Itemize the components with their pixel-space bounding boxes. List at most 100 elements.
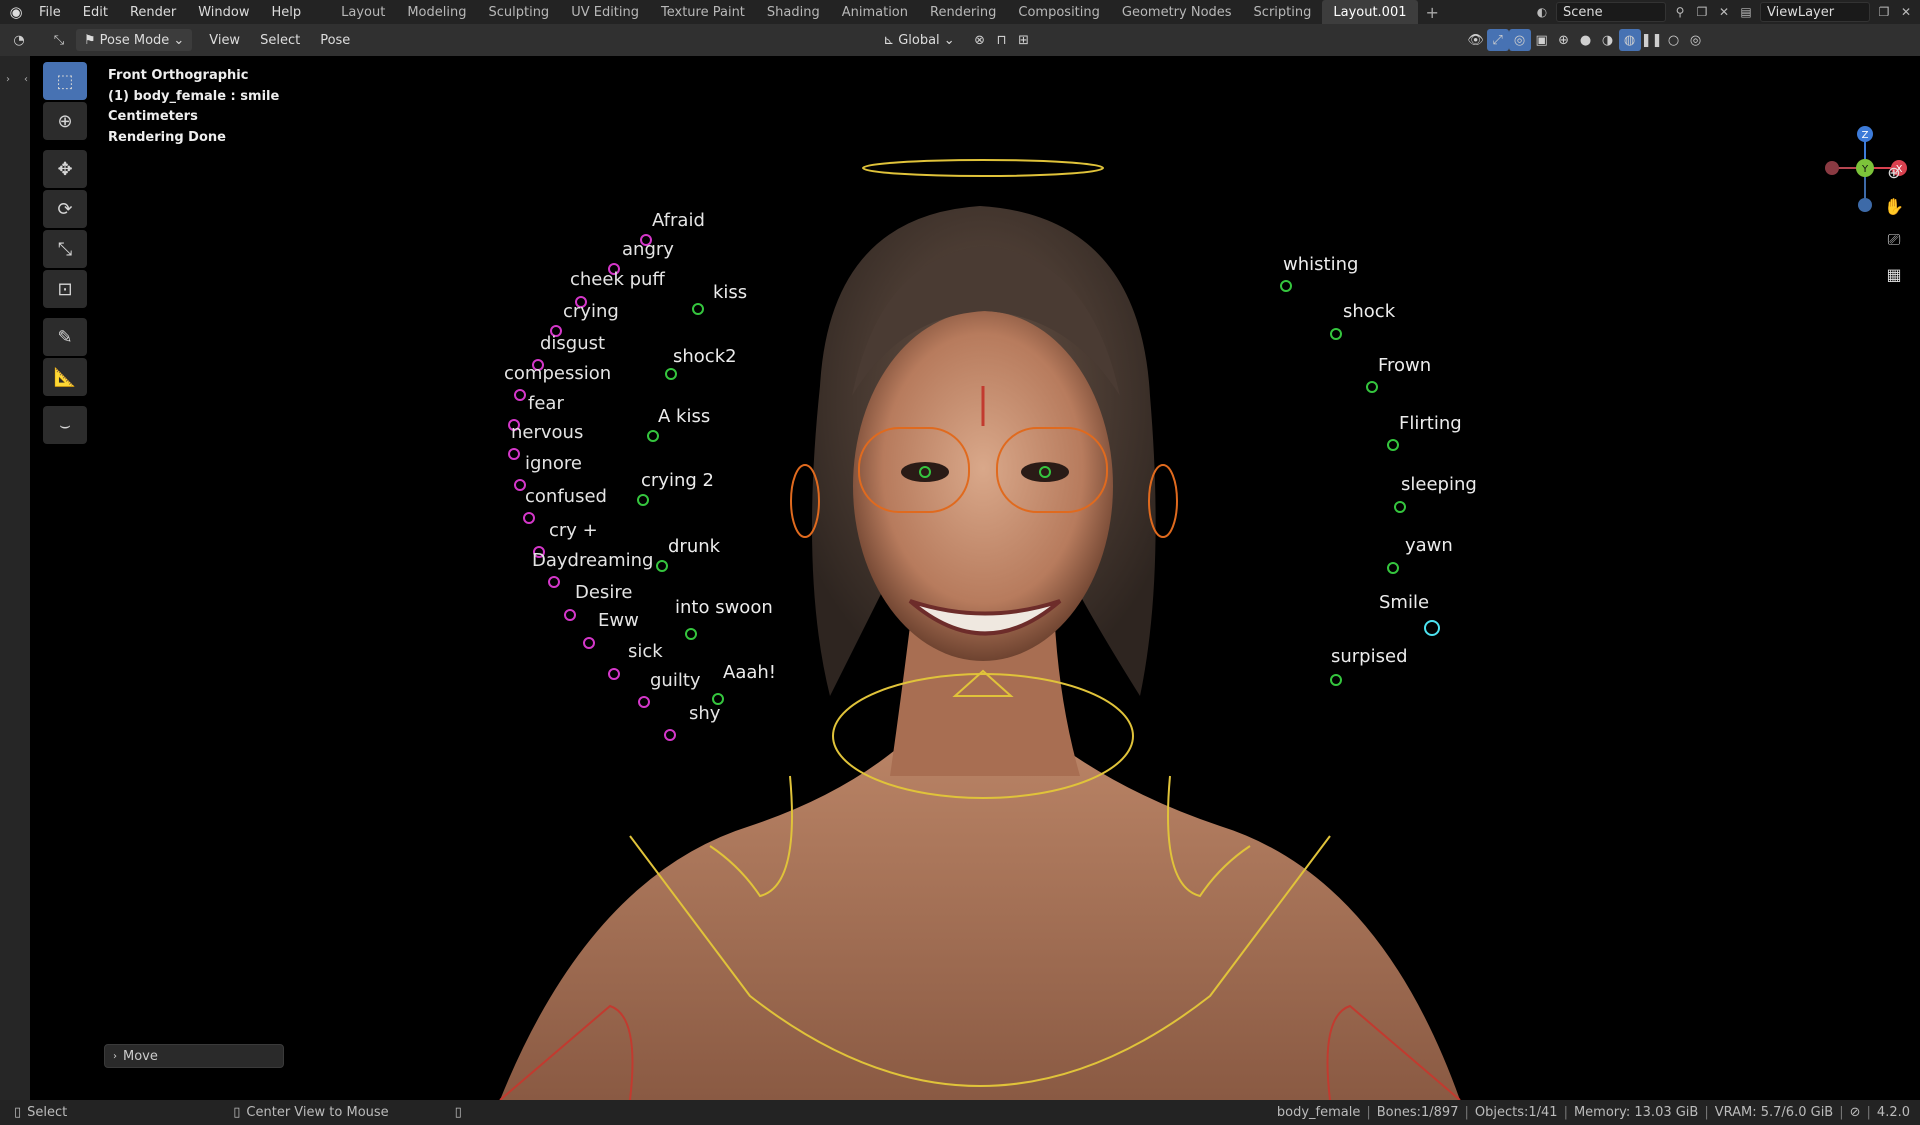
ctrl-shock[interactable] <box>1330 328 1342 340</box>
new-view-layer-icon[interactable]: ❐ <box>1876 4 1892 20</box>
ctrl-flirting[interactable] <box>1387 439 1399 451</box>
ctrl-confused[interactable] <box>523 512 535 524</box>
tab-scripting[interactable]: Scripting <box>1243 0 1323 24</box>
snap-target-icon[interactable]: ⊞ <box>1013 29 1035 51</box>
tab-compositing[interactable]: Compositing <box>1007 0 1111 24</box>
editor-type-icon[interactable]: ◔ <box>8 29 30 51</box>
chevron-left-icon[interactable]: ‹ <box>24 74 28 85</box>
ctrl-aaah[interactable] <box>712 693 724 705</box>
delete-scene-icon[interactable]: ✕ <box>1716 4 1732 20</box>
measure-tool-icon[interactable]: 📐 <box>43 358 87 396</box>
ctrl-compession[interactable] <box>514 389 526 401</box>
cursor-tool-icon[interactable]: ⊕ <box>43 102 87 140</box>
menu-pose[interactable]: Pose <box>313 29 357 51</box>
rotate-tool-icon[interactable]: ⟳ <box>43 190 87 228</box>
pan-hand-icon[interactable]: ✋ <box>1882 194 1906 218</box>
tab-shading[interactable]: Shading <box>756 0 831 24</box>
menu-help[interactable]: Help <box>261 0 313 24</box>
ctrl-desire[interactable] <box>564 609 576 621</box>
tab-rendering[interactable]: Rendering <box>919 0 1007 24</box>
view-layer-field[interactable]: ViewLayer <box>1760 2 1870 22</box>
3d-viewport[interactable]: Afraid angry cheek puff crying disgust c… <box>30 56 1920 1100</box>
scene-icon[interactable]: ◐ <box>1534 4 1550 20</box>
tab-layout-001[interactable]: Layout.001 <box>1322 0 1418 24</box>
view-settings-icon[interactable]: ◎ <box>1685 29 1707 51</box>
camera-view-icon[interactable]: ⎚ <box>1882 228 1906 252</box>
add-workspace-button[interactable]: + <box>1418 0 1447 24</box>
zoom-icon[interactable]: ⊕ <box>1882 160 1906 184</box>
last-operator-panel[interactable]: › Move <box>104 1044 284 1068</box>
scene-field[interactable]: Scene <box>1556 2 1666 22</box>
ctrl-surpised[interactable] <box>1330 674 1342 686</box>
bone-size-tool-icon[interactable]: ⌣ <box>43 406 87 444</box>
orientation-dropdown[interactable]: ⊾ Global ⌄ <box>875 29 962 51</box>
new-scene-icon[interactable]: ❐ <box>1694 4 1710 20</box>
ctrl-whisting[interactable] <box>1280 280 1292 292</box>
label-into-swoon: into swoon <box>675 597 773 618</box>
ctrl-kiss[interactable] <box>692 303 704 315</box>
ctrl-shock2[interactable] <box>665 368 677 380</box>
snap-icon[interactable]: ⊓ <box>991 29 1013 51</box>
tab-modeling[interactable]: Modeling <box>396 0 477 24</box>
move-tool-icon[interactable]: ✥ <box>43 150 87 188</box>
view-layer-icon[interactable]: ▤ <box>1738 4 1754 20</box>
ctrl-frown[interactable] <box>1366 381 1378 393</box>
menu-render[interactable]: Render <box>119 0 187 24</box>
left-eye-shape <box>901 462 949 482</box>
tab-animation[interactable]: Animation <box>831 0 919 24</box>
tab-sculpting[interactable]: Sculpting <box>477 0 560 24</box>
active-object: (1) body_female : smile <box>108 88 280 104</box>
mode-dropdown[interactable]: ⚑ Pose Mode ⌄ <box>76 29 193 51</box>
ortho-grid-icon[interactable]: ▦ <box>1882 262 1906 286</box>
menu-window[interactable]: Window <box>187 0 260 24</box>
gizmo-neg-x-axis[interactable] <box>1825 161 1839 175</box>
material-shading-icon[interactable]: ◑ <box>1597 29 1619 51</box>
ctrl-crying-2[interactable] <box>637 494 649 506</box>
label-cheek-puff: cheek puff <box>570 269 665 290</box>
menu-edit[interactable]: Edit <box>72 0 119 24</box>
blender-logo-icon[interactable]: ◉ <box>4 0 28 24</box>
ctrl-sick[interactable] <box>608 668 620 680</box>
delete-view-layer-icon[interactable]: ✕ <box>1898 4 1914 20</box>
transform-tool-icon[interactable]: ⊡ <box>43 270 87 308</box>
head-control-ring[interactable] <box>862 159 1104 177</box>
scale-tool-icon[interactable]: ⤡ <box>43 230 87 268</box>
tab-geometry-nodes[interactable]: Geometry Nodes <box>1111 0 1243 24</box>
gizmo-toggle-icon[interactable]: ⤢ <box>1486 29 1509 51</box>
pivot-icon[interactable]: ⊗ <box>969 29 991 51</box>
chevron-right-icon[interactable]: › <box>6 74 10 85</box>
ctrl-daydreaming[interactable] <box>548 576 560 588</box>
ctrl-into-swoon[interactable] <box>685 628 697 640</box>
wireframe-shading-icon[interactable]: ⊕ <box>1553 29 1575 51</box>
xray-icon[interactable]: ▣ <box>1531 29 1553 51</box>
scene-controls: ◐ Scene ⚲ ❐ ✕ ▤ ViewLayer ❐ ✕ <box>1534 0 1914 24</box>
ctrl-nervous[interactable] <box>508 448 520 460</box>
ctrl-shy[interactable] <box>664 729 676 741</box>
tab-uv-editing[interactable]: UV Editing <box>560 0 650 24</box>
rendered-shading-icon[interactable]: ◍ <box>1618 29 1641 51</box>
ctrl-a-kiss[interactable] <box>647 430 659 442</box>
ctrl-smile[interactable] <box>1424 620 1440 636</box>
ctrl-yawn[interactable] <box>1387 562 1399 574</box>
select-box-tool-icon[interactable]: ⬚ <box>43 62 87 100</box>
ctrl-eww[interactable] <box>583 637 595 649</box>
menu-select[interactable]: Select <box>253 29 307 51</box>
tab-texture-paint[interactable]: Texture Paint <box>650 0 756 24</box>
render-region-icon[interactable]: ○ <box>1663 29 1685 51</box>
ctrl-guilty[interactable] <box>638 696 650 708</box>
tab-layout[interactable]: Layout <box>330 0 396 24</box>
gizmo-neg-z-axis[interactable] <box>1858 198 1872 212</box>
overlay-toggle-icon[interactable]: ◎ <box>1508 29 1531 51</box>
ctrl-sleeping[interactable] <box>1394 501 1406 513</box>
solid-shading-icon[interactable]: ● <box>1575 29 1597 51</box>
pose-tool-icon[interactable]: ⤡ <box>48 29 70 51</box>
menu-file[interactable]: File <box>28 0 72 24</box>
menu-view[interactable]: View <box>202 29 247 51</box>
ctrl-drunk[interactable] <box>656 560 668 572</box>
pin-icon[interactable]: ⚲ <box>1672 4 1688 20</box>
label-daydreaming: Daydreaming <box>532 550 654 571</box>
viewport-info: Front Orthographic (1) body_female : smi… <box>108 66 279 148</box>
visibility-icon[interactable]: 👁 <box>1465 29 1487 51</box>
pause-icon[interactable]: ❚❚ <box>1641 29 1663 51</box>
annotate-tool-icon[interactable]: ✎ <box>43 318 87 356</box>
